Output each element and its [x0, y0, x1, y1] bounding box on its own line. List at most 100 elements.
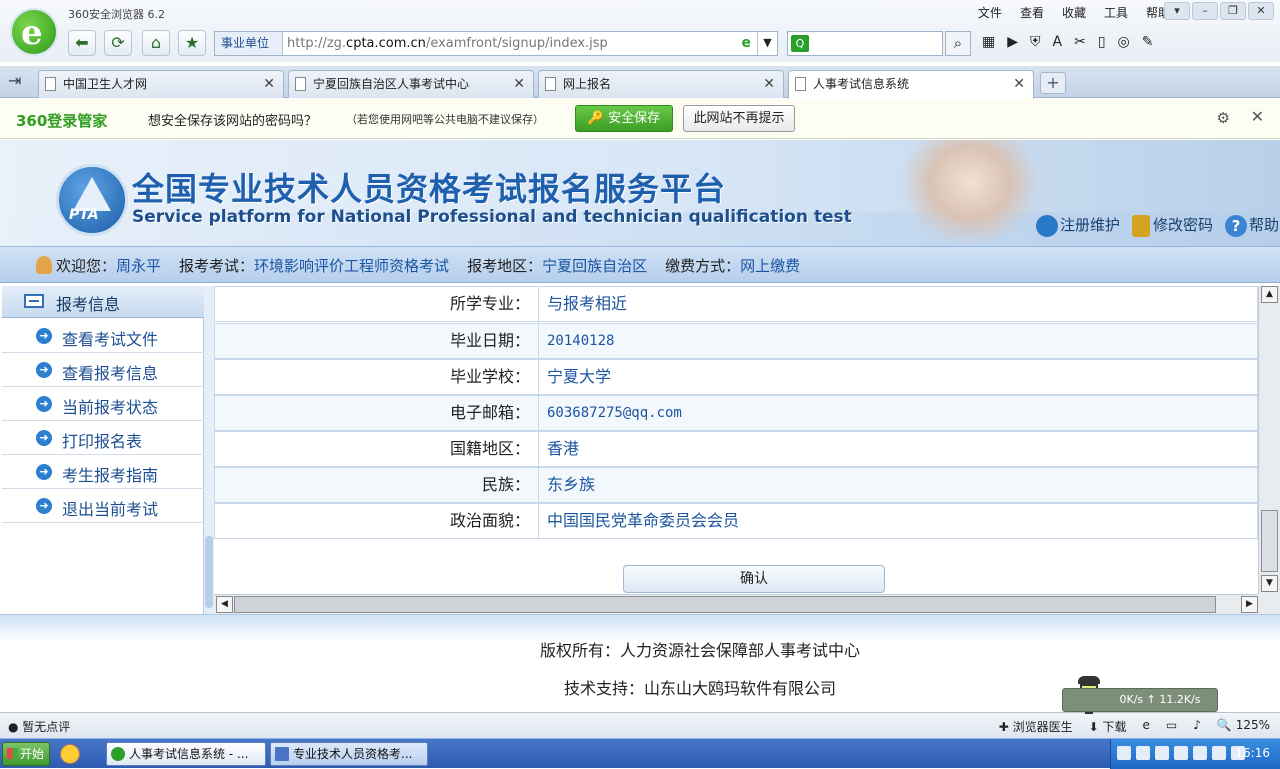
menu-tools[interactable]: 工具 [1104, 4, 1128, 21]
address-dropdown-icon[interactable]: ▼ [757, 32, 777, 55]
pta-logo: PTA [56, 164, 128, 236]
address-bar[interactable]: 事业单位 http://zg.cpta.com.cn/examfront/sig… [214, 31, 778, 56]
menu-favorites[interactable]: 收藏 [1062, 4, 1086, 21]
sidebar-item-print-form[interactable]: ➜ 打印报名表 [2, 422, 204, 455]
menu-view[interactable]: 查看 [1020, 4, 1044, 21]
password-save-bar: 360登录管家 想安全保存该网站的密码吗？ （若您使用网吧等公共电脑不建议保存）… [0, 99, 1280, 139]
refresh-button[interactable]: ⟳ [104, 30, 132, 56]
start-button[interactable]: 开始 [2, 742, 50, 766]
task-professional-exam[interactable]: 专业技术人员资格考... [270, 742, 428, 766]
arrow-right-icon: ➜ [36, 396, 52, 412]
copyright-text: 版权所有：人力资源社会保障部人事考试中心 [539, 641, 860, 660]
scroll-right-icon[interactable]: ▶ [1241, 596, 1258, 613]
page-icon [545, 77, 556, 91]
tab-exam-info-system[interactable]: 人事考试信息系统 ✕ [788, 70, 1034, 99]
gear-icon[interactable]: ⚙ [1217, 109, 1230, 127]
download-button[interactable]: ⬇ 下载 [1089, 718, 1127, 735]
shield-icon[interactable]: ⛨ [1030, 34, 1041, 50]
lock-icon [1132, 214, 1151, 237]
scroll-thumb[interactable] [234, 596, 1216, 613]
game-icon[interactable]: ◎ [1118, 34, 1130, 50]
window-icon[interactable]: ▭ [1166, 718, 1177, 735]
field-label: 毕业日期： [215, 324, 539, 358]
password-manager-brand: 360登录管家 [16, 112, 108, 130]
help-link[interactable]: ? 帮助 [1225, 214, 1279, 237]
sidebar-item-view-signup-info[interactable]: ➜ 查看报考信息 [2, 354, 204, 387]
field-value: 中国国民党革命委员会会员 [547, 511, 740, 530]
register-maintain-link[interactable]: 注册维护 [1036, 214, 1120, 237]
url-text[interactable]: http://zg.cpta.com.cn/examfront/signup/i… [287, 36, 608, 51]
browser-doctor-button[interactable]: ✚ 浏览器医生 [999, 718, 1073, 735]
sidebar-toggle-icon[interactable]: ⇥ [8, 71, 21, 90]
network-speed-widget[interactable]: 0K/s ↑ 11.2K/s [1062, 688, 1218, 712]
search-button[interactable]: ⌕ [945, 31, 971, 56]
safe-save-button[interactable]: 🔑 安全保存 [575, 105, 673, 132]
field-label: 所学专业： [215, 287, 539, 321]
scroll-thumb[interactable] [1261, 510, 1278, 572]
close-button[interactable]: ✕ [1248, 2, 1274, 20]
page-icon [45, 77, 56, 91]
tray-ie-icon[interactable] [1136, 746, 1150, 760]
menu-bar: 文件 查看 收藏 工具 帮助 [978, 4, 1170, 21]
settings-icon[interactable]: ✎ [1142, 34, 1154, 50]
close-icon[interactable]: ✕ [1251, 107, 1264, 126]
splitter-handle[interactable] [205, 536, 213, 608]
minimize-button[interactable]: – [1192, 2, 1218, 20]
tray-t-icon[interactable] [1193, 746, 1207, 760]
sidebar-item-view-exam-files[interactable]: ➜ 查看考试文件 [2, 320, 204, 353]
close-tab-icon[interactable]: ✕ [513, 71, 525, 97]
phone-icon[interactable]: ▯ [1098, 34, 1106, 50]
horizontal-scrollbar[interactable]: ◀ ▶ [214, 594, 1258, 614]
search-engine-icon[interactable]: Q [791, 35, 809, 52]
tab-ningxia-exam-center[interactable]: 宁夏回族自治区人事考试中心 ✕ [288, 70, 534, 98]
restore-button[interactable]: ❐ [1220, 2, 1246, 20]
tab-health-talent[interactable]: 中国卫生人才网 ✕ [38, 70, 284, 98]
collapse-icon[interactable] [24, 294, 44, 308]
sidebar-header[interactable]: 报考信息 [2, 286, 204, 318]
user-icon [36, 256, 52, 274]
task-exam-info-system[interactable]: 人事考试信息系统 - ... [106, 742, 266, 766]
change-password-link[interactable]: 修改密码 [1132, 214, 1213, 237]
back-button[interactable]: ⬅ [68, 30, 96, 56]
exam-label: 报考考试： [179, 257, 255, 275]
quicklaunch-icon[interactable] [60, 744, 80, 764]
vertical-scrollbar[interactable]: ▲ ▼ [1258, 286, 1280, 594]
tray-tool-icon[interactable] [1212, 746, 1226, 760]
sidebar-item-guide[interactable]: ➜ 考生报考指南 [2, 456, 204, 489]
exam-sidebar: 报考信息 ➜ 查看考试文件 ➜ 查看报考信息 ➜ 当前报考状态 ➜ 打印报名表 … [2, 286, 204, 614]
close-tab-icon[interactable]: ✕ [263, 71, 275, 97]
screenshot-icon[interactable]: ✂ [1074, 34, 1086, 50]
tray-input-icon[interactable] [1117, 746, 1131, 760]
tray-network-icon[interactable] [1155, 746, 1169, 760]
review-status[interactable]: ● 暂无点评 [8, 718, 70, 735]
scroll-down-icon[interactable]: ▼ [1261, 575, 1278, 592]
video-icon[interactable]: ▶ [1007, 34, 1018, 50]
never-prompt-button[interactable]: 此网站不再提示 [683, 105, 795, 132]
menu-file[interactable]: 文件 [978, 4, 1002, 21]
home-button[interactable]: ⌂ [142, 30, 170, 56]
search-input[interactable]: Q [787, 31, 943, 56]
banner-title-en: Service platform for National Profession… [132, 207, 852, 227]
sidebar-splitter[interactable] [204, 286, 214, 614]
skin-button[interactable]: ▾ [1164, 2, 1190, 20]
close-tab-icon[interactable]: ✕ [1013, 71, 1025, 97]
zoom-level[interactable]: 🔍 125% [1217, 718, 1270, 735]
ie-mode-icon[interactable]: e [742, 35, 752, 51]
tab-online-signup[interactable]: 网上报名 ✕ [538, 70, 784, 98]
apps-icon[interactable]: ▦ [982, 34, 995, 50]
field-value: 宁夏大学 [547, 367, 612, 386]
tab-bar: ⇥ 中国卫生人才网 ✕ 宁夏回族自治区人事考试中心 ✕ 网上报名 ✕ 人事考试信… [0, 66, 1280, 99]
tray-shield-icon[interactable] [1174, 746, 1188, 760]
translate-icon[interactable]: A [1053, 34, 1063, 50]
ie-icon[interactable]: e [1143, 718, 1150, 735]
favorite-star-button[interactable]: ★ [178, 30, 206, 56]
scroll-left-icon[interactable]: ◀ [216, 596, 233, 613]
address-category-dropdown[interactable]: 事业单位 [215, 32, 283, 55]
sidebar-item-exit-exam[interactable]: ➜ 退出当前考试 [2, 490, 204, 523]
sidebar-item-current-status[interactable]: ➜ 当前报考状态 [2, 388, 204, 421]
new-tab-button[interactable]: + [1040, 72, 1066, 94]
close-tab-icon[interactable]: ✕ [763, 71, 775, 97]
scroll-up-icon[interactable]: ▲ [1261, 286, 1278, 303]
confirm-button[interactable]: 确认 [623, 565, 885, 593]
sound-icon[interactable]: ♪ [1193, 718, 1201, 735]
